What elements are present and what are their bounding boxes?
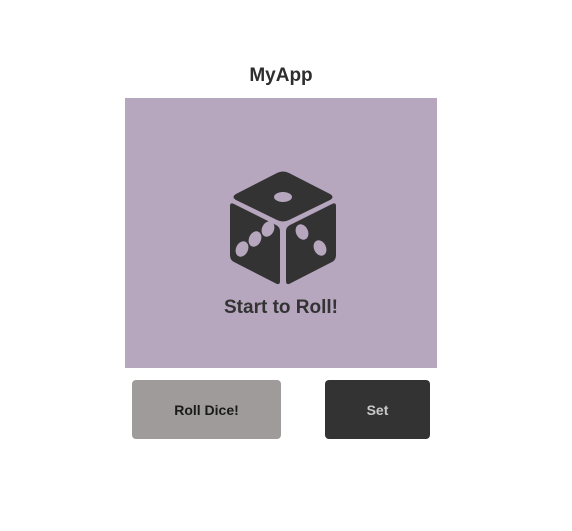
dice-panel: Start to Roll! — [125, 98, 437, 368]
roll-dice-button[interactable]: Roll Dice! — [132, 380, 281, 439]
set-button[interactable]: Set — [325, 380, 430, 439]
roll-status-text: Start to Roll! — [224, 297, 338, 318]
dice-icon — [230, 171, 336, 285]
app-title: MyApp — [249, 65, 313, 86]
